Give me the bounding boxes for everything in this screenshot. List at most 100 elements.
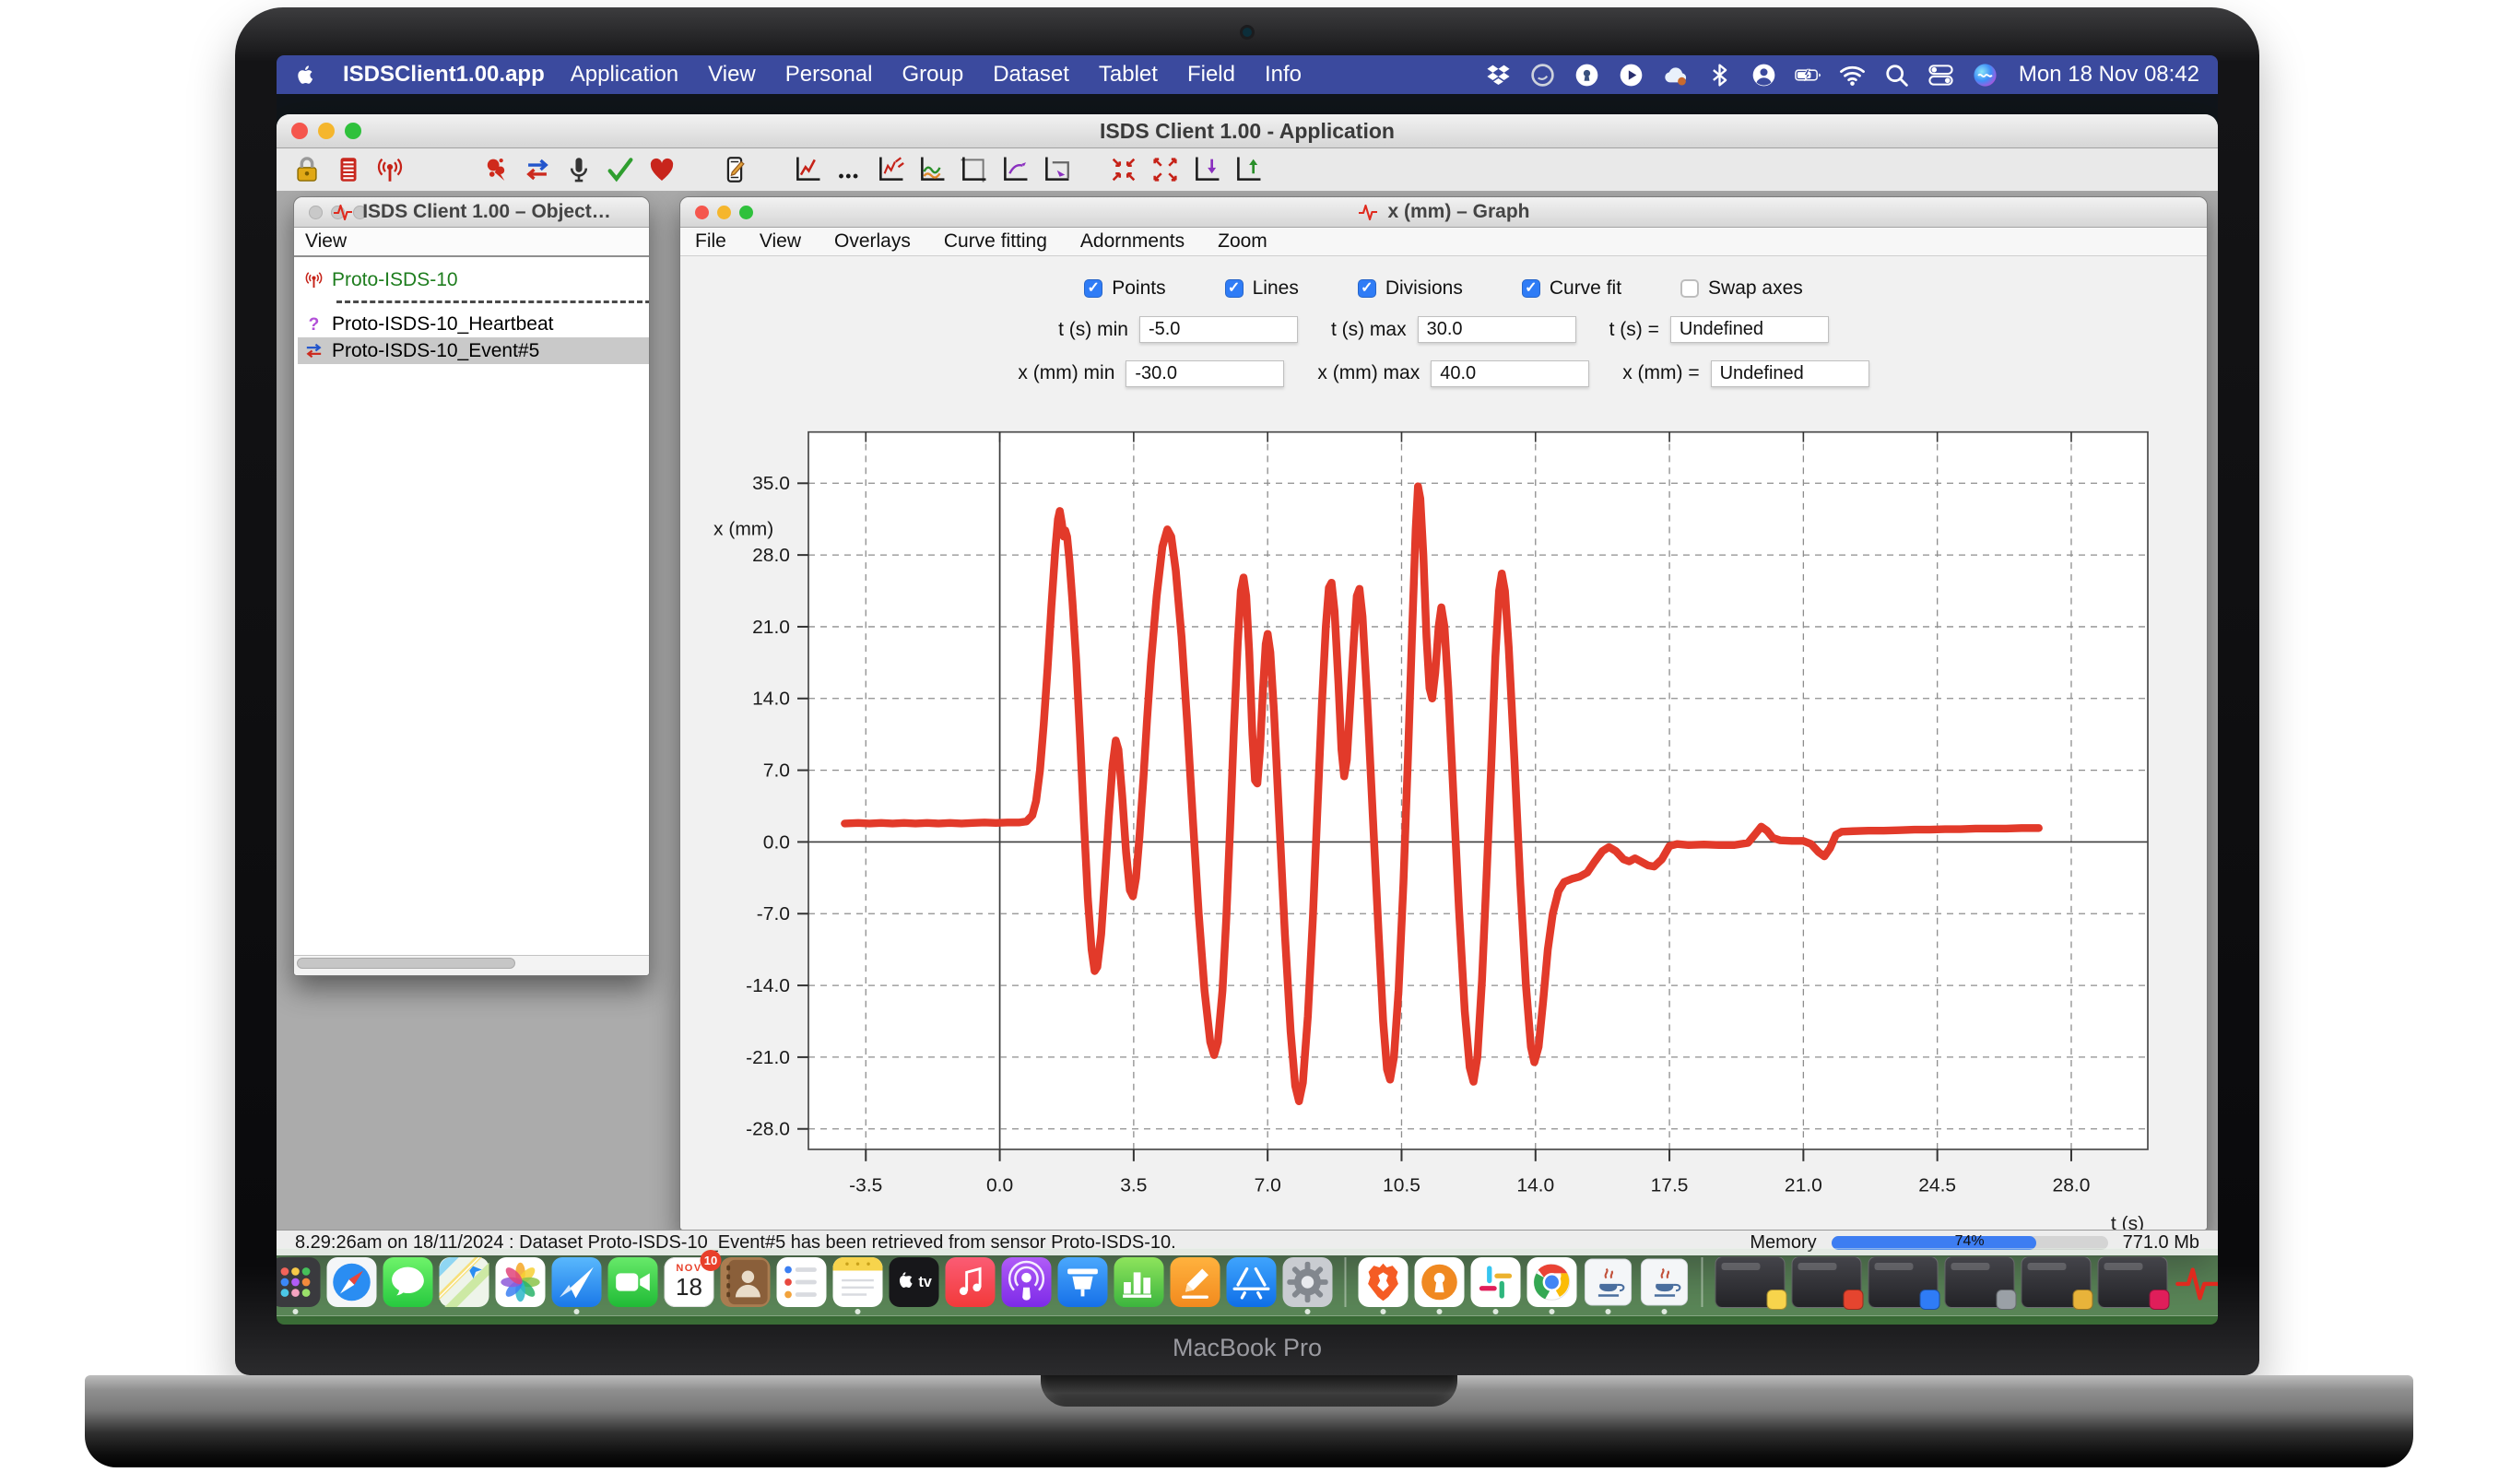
dock-chrome-icon[interactable]: [1527, 1257, 1577, 1307]
menu-personal[interactable]: Personal: [785, 62, 873, 88]
checkbox-lines[interactable]: ✓Lines: [1225, 277, 1299, 300]
dock-notes-icon[interactable]: [833, 1257, 883, 1307]
dock-brave-icon[interactable]: [1359, 1257, 1409, 1307]
wifi-icon[interactable]: [1839, 62, 1866, 88]
dock-photos-icon[interactable]: [496, 1257, 546, 1307]
dock-maps-icon[interactable]: [440, 1257, 489, 1307]
toolbar-chart-points-button[interactable]: [833, 154, 865, 185]
battery-icon[interactable]: [1795, 62, 1821, 88]
scrollbar-thumb[interactable]: [297, 958, 515, 969]
dock-isds-monitor-icon[interactable]: [2175, 1257, 2219, 1307]
toolbar-lock-button[interactable]: [291, 154, 323, 185]
play-icon[interactable]: [1618, 62, 1644, 88]
toolbar-chart-overlay-button[interactable]: [916, 154, 948, 185]
toolbar-zoom-in-button[interactable]: [1108, 154, 1139, 185]
toolbar-chart-line-button[interactable]: [792, 154, 823, 185]
object-item-Proto-ISDS-10[interactable]: Proto-ISDS-10: [298, 266, 649, 293]
menu-application[interactable]: Application: [571, 62, 678, 88]
toolbar-chart-export-button[interactable]: [1232, 154, 1264, 185]
toolbar-heartbeat-button[interactable]: [646, 154, 678, 185]
account-icon[interactable]: [1750, 62, 1777, 88]
field-input-x-mm-max[interactable]: 40.0: [1431, 360, 1589, 387]
toolbar-log-button[interactable]: [333, 154, 364, 185]
graph-menu-zoom[interactable]: Zoom: [1218, 230, 1267, 253]
minimized-window-thumbnail[interactable]: [1792, 1256, 1862, 1308]
active-app-name[interactable]: ISDSClient1.00.app: [343, 62, 545, 88]
toolbar-chart-import-button[interactable]: [1191, 154, 1222, 185]
menu-field[interactable]: Field: [1187, 62, 1235, 88]
dock-java-app-icon[interactable]: [1584, 1257, 1633, 1307]
toolbar-chart-derivative-button[interactable]: [875, 154, 906, 185]
checkbox-points[interactable]: ✓Points: [1084, 277, 1165, 300]
object-item-Proto-ISDS-10_Event#5[interactable]: Proto-ISDS-10_Event#5: [298, 337, 649, 364]
close-button[interactable]: [695, 206, 709, 219]
checkbox-box[interactable]: ✓: [1358, 279, 1376, 298]
checkbox-divisions[interactable]: ✓Divisions: [1358, 277, 1463, 300]
toolbar-splash-button[interactable]: [480, 154, 512, 185]
toolbar-chart-axes-button[interactable]: [958, 154, 989, 185]
minimized-window-thumbnail[interactable]: [2098, 1256, 2168, 1308]
graph-menu-view[interactable]: View: [760, 230, 801, 253]
field-input-x-mm-[interactable]: Undefined: [1711, 360, 1869, 387]
menu-group[interactable]: Group: [902, 62, 963, 88]
zoom-button[interactable]: [353, 206, 367, 219]
checkbox-box[interactable]: ✓: [1225, 279, 1244, 298]
menu-view[interactable]: View: [305, 230, 347, 253]
control-center-icon[interactable]: [1927, 62, 1954, 88]
graph-menu-file[interactable]: File: [695, 230, 726, 253]
bluetooth-icon[interactable]: [1706, 62, 1733, 88]
minimized-window-thumbnail[interactable]: [1715, 1256, 1786, 1308]
dock-pages-icon[interactable]: [1171, 1257, 1220, 1307]
dock-onepassword-icon[interactable]: [1415, 1257, 1465, 1307]
minimize-button[interactable]: [331, 206, 345, 219]
dock-launchpad-icon[interactable]: [277, 1257, 321, 1307]
checkbox-box[interactable]: ✓: [1522, 279, 1540, 298]
minimize-button[interactable]: [717, 206, 731, 219]
dock-slack-icon[interactable]: [1471, 1257, 1521, 1307]
menu-tablet[interactable]: Tablet: [1099, 62, 1158, 88]
graph-menu-overlays[interactable]: Overlays: [834, 230, 911, 253]
dock-calendar-icon[interactable]: NOV1810: [665, 1257, 714, 1307]
checkbox-swap-axes[interactable]: ✓Swap axes: [1680, 277, 1803, 300]
menu-view[interactable]: View: [708, 62, 756, 88]
dock-appstore-icon[interactable]: [1227, 1257, 1277, 1307]
dock-music-icon[interactable]: [946, 1257, 996, 1307]
field-input-t-s-min[interactable]: -5.0: [1139, 316, 1298, 343]
toolbar-microphone-button[interactable]: [563, 154, 595, 185]
checkbox-box[interactable]: ✓: [1084, 279, 1102, 298]
toolbar-antenna-button[interactable]: [374, 154, 406, 185]
toolbar-confirm-button[interactable]: [605, 154, 636, 185]
menu-bar-clock[interactable]: Mon 18 Nov 08:42: [2019, 62, 2199, 88]
dock-appletv-icon[interactable]: tv: [890, 1257, 939, 1307]
dock-safari-icon[interactable]: [327, 1257, 377, 1307]
field-input-x-mm-min[interactable]: -30.0: [1126, 360, 1284, 387]
object-item-Proto-ISDS-10_Heartbeat[interactable]: ?Proto-ISDS-10_Heartbeat: [298, 311, 649, 337]
dock-java-app-2-icon[interactable]: [1640, 1257, 1690, 1307]
siri-icon[interactable]: [1972, 62, 1998, 88]
toolbar-chart-duplicate-button[interactable]: [1041, 154, 1072, 185]
dock-reminders-icon[interactable]: [777, 1257, 827, 1307]
toolbar-chart-annotate-button[interactable]: [999, 154, 1031, 185]
dock-settings-icon[interactable]: [1283, 1257, 1333, 1307]
minimized-window-thumbnail[interactable]: [2022, 1256, 2092, 1308]
creative-cloud-icon[interactable]: [1529, 62, 1556, 88]
graph-window-titlebar[interactable]: x (mm) – Graph: [680, 197, 2207, 228]
object-window-titlebar[interactable]: ISDS Client 1.00 – Object…: [294, 197, 649, 228]
field-input-t-s-[interactable]: Undefined: [1670, 316, 1829, 343]
plot-area[interactable]: -3.50.03.57.010.514.017.521.024.528.035.…: [680, 407, 2207, 1230]
minimized-window-thumbnail[interactable]: [1868, 1256, 1939, 1308]
app-window-titlebar[interactable]: ISDS Client 1.00 - Application: [277, 114, 2218, 148]
apple-menu-icon[interactable]: [295, 63, 317, 87]
dropbox-icon[interactable]: [1485, 62, 1512, 88]
toolbar-sync-button[interactable]: [522, 154, 553, 185]
dock-contacts-icon[interactable]: [721, 1257, 771, 1307]
dock-messages-icon[interactable]: [383, 1257, 433, 1307]
close-button[interactable]: [309, 206, 323, 219]
dock-mail-icon[interactable]: [552, 1257, 602, 1307]
horizontal-scrollbar[interactable]: [294, 955, 649, 975]
menu-info[interactable]: Info: [1265, 62, 1302, 88]
toolbar-tablet-button[interactable]: [719, 154, 750, 185]
checkbox-curve-fit[interactable]: ✓Curve fit: [1522, 277, 1621, 300]
minimized-window-thumbnail[interactable]: [1945, 1256, 2015, 1308]
close-button[interactable]: [291, 123, 308, 139]
